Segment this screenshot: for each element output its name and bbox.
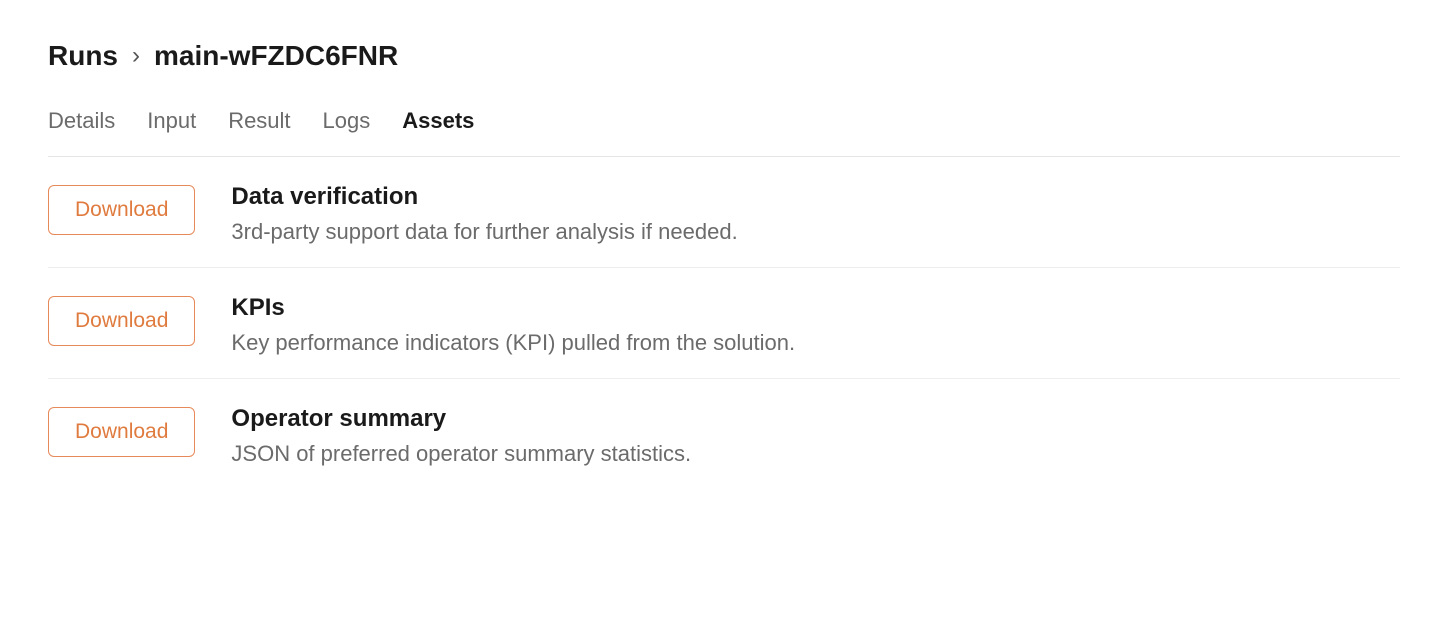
tabs: Details Input Result Logs Assets	[48, 108, 1400, 157]
chevron-right-icon: ›	[132, 42, 140, 70]
asset-description: 3rd-party support data for further analy…	[231, 219, 737, 245]
asset-text: Data verification 3rd-party support data…	[231, 183, 737, 245]
tab-result[interactable]: Result	[228, 108, 290, 134]
asset-description: Key performance indicators (KPI) pulled …	[231, 330, 795, 356]
download-button[interactable]: Download	[48, 185, 195, 235]
asset-description: JSON of preferred operator summary stati…	[231, 441, 691, 467]
tab-assets[interactable]: Assets	[402, 108, 474, 134]
asset-text: KPIs Key performance indicators (KPI) pu…	[231, 294, 795, 356]
download-button[interactable]: Download	[48, 407, 195, 457]
asset-title: KPIs	[231, 294, 795, 322]
breadcrumb: Runs › main-wFZDC6FNR	[48, 40, 1400, 72]
asset-text: Operator summary JSON of preferred opera…	[231, 405, 691, 467]
tab-input[interactable]: Input	[147, 108, 196, 134]
assets-list: Download Data verification 3rd-party sup…	[48, 157, 1400, 489]
asset-title: Data verification	[231, 183, 737, 211]
asset-title: Operator summary	[231, 405, 691, 433]
download-button[interactable]: Download	[48, 296, 195, 346]
tab-details[interactable]: Details	[48, 108, 115, 134]
breadcrumb-root[interactable]: Runs	[48, 40, 118, 72]
asset-row: Download Operator summary JSON of prefer…	[48, 379, 1400, 489]
asset-row: Download KPIs Key performance indicators…	[48, 268, 1400, 379]
asset-row: Download Data verification 3rd-party sup…	[48, 157, 1400, 268]
breadcrumb-current: main-wFZDC6FNR	[154, 40, 398, 72]
tab-logs[interactable]: Logs	[323, 108, 371, 134]
